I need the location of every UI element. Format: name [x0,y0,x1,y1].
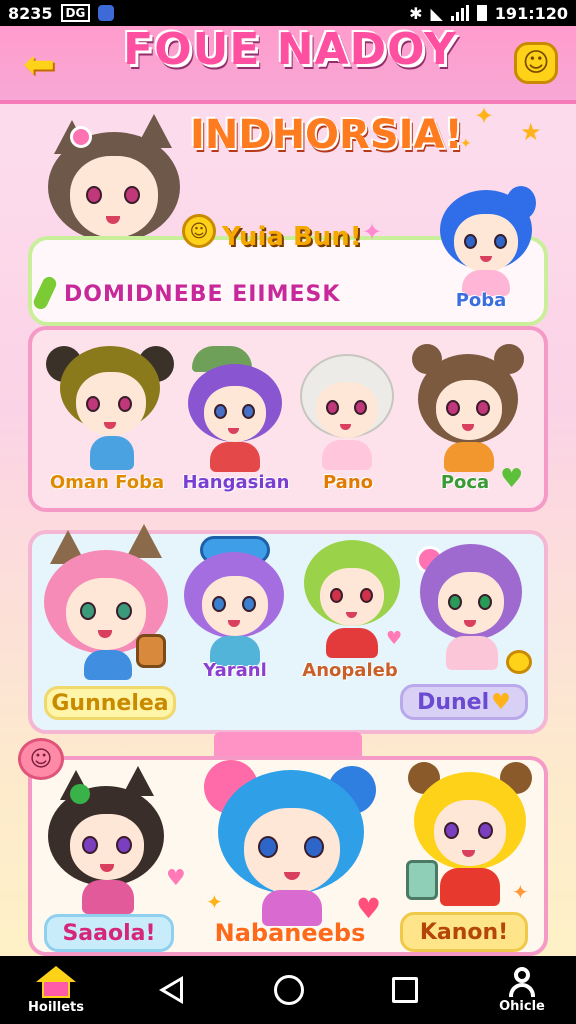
sun-smiley-icon: ☺ [182,214,216,248]
character-card-5[interactable] [40,524,172,680]
dunel-button[interactable]: Dunel ♥ [400,684,528,720]
heart-icon: ♥ [491,689,511,715]
character-name: Pano [322,472,374,493]
signal-icon [450,5,469,21]
profile-icon [507,966,537,997]
sparkle-icon: ★ [520,118,542,146]
bottom-nav: Hoillets Ohicle [0,956,576,1024]
back-arrow-icon[interactable]: ⬅ [16,42,62,86]
gunnelea-button[interactable]: Gunnelea [44,686,176,720]
character-name: Yaranl [203,660,267,681]
wifi-icon: ◣ [430,3,443,23]
status-tag: DG [60,4,91,22]
sparkle-icon: ✦ [362,218,383,246]
battery-icon [476,5,487,21]
heart-icon: ♥ [166,866,186,891]
nav-profile[interactable]: Ohicle [484,956,560,1024]
nav-profile-label: Ohicle [499,998,545,1014]
status-bar: 8235 DG ✱ ◣ 191:120 [0,0,576,26]
page-subtitle: INDHORSIA! [190,112,463,158]
featured-badge-label: Yuia Bun! [222,222,362,252]
flower-icon [70,126,92,148]
sparkle-icon: ✦ [460,136,472,152]
sparkle-icon: ✦ [512,880,529,904]
clover-icon [70,784,90,804]
nav-recents-button[interactable] [380,956,430,1024]
sparkle-icon: ✦ [474,102,495,130]
character-poba[interactable] [436,186,540,306]
character-name: Hangasian [182,472,290,493]
character-name: Oman Foba [49,472,165,493]
kanon-button[interactable]: Kanon! [400,912,528,952]
nav-recents-icon [392,977,418,1003]
home-icon [36,965,76,998]
banner-title: DOMIDNEBE EIIMESK [64,282,341,307]
status-time: 8235 [8,3,53,23]
character-card-9[interactable] [40,766,172,916]
pet-icon [506,650,532,674]
nav-home-circle-icon [274,975,304,1005]
app-notification-icon [98,5,115,21]
status-right-time: 191:120 [494,3,568,23]
nav-home-label: Hoillets [28,999,84,1015]
character-name: Poca [440,472,490,493]
drink-icon [136,634,166,668]
nabaneebs-button[interactable]: Nabaneebs [214,914,366,952]
sparkle-icon: ✦ [206,890,223,914]
character-name: Poba [455,290,507,311]
heart-icon: ♥ [386,628,403,649]
smiley-icon[interactable]: ☺ [514,42,558,84]
character-card-10[interactable] [204,760,376,930]
character-name: Anopaleb [302,660,398,681]
page-title: FOUE NADOY [123,24,457,75]
character-card-3[interactable] [296,346,400,472]
nav-back-button[interactable] [146,956,196,1024]
character-card-1[interactable] [46,342,174,472]
heart-icon: ♥ [500,464,524,494]
nav-home[interactable]: Hoillets [14,956,98,1024]
nav-home-button[interactable] [264,956,314,1024]
character-card-2[interactable] [184,346,286,472]
saaola-button[interactable]: Saaola! [44,914,174,952]
jar-icon [406,860,438,900]
nav-back-icon [159,976,183,1004]
bluetooth-icon: ✱ [409,3,423,23]
character-card-4[interactable] [412,344,526,474]
dunel-label: Dunel [417,689,490,715]
character-card-6[interactable] [180,536,290,666]
